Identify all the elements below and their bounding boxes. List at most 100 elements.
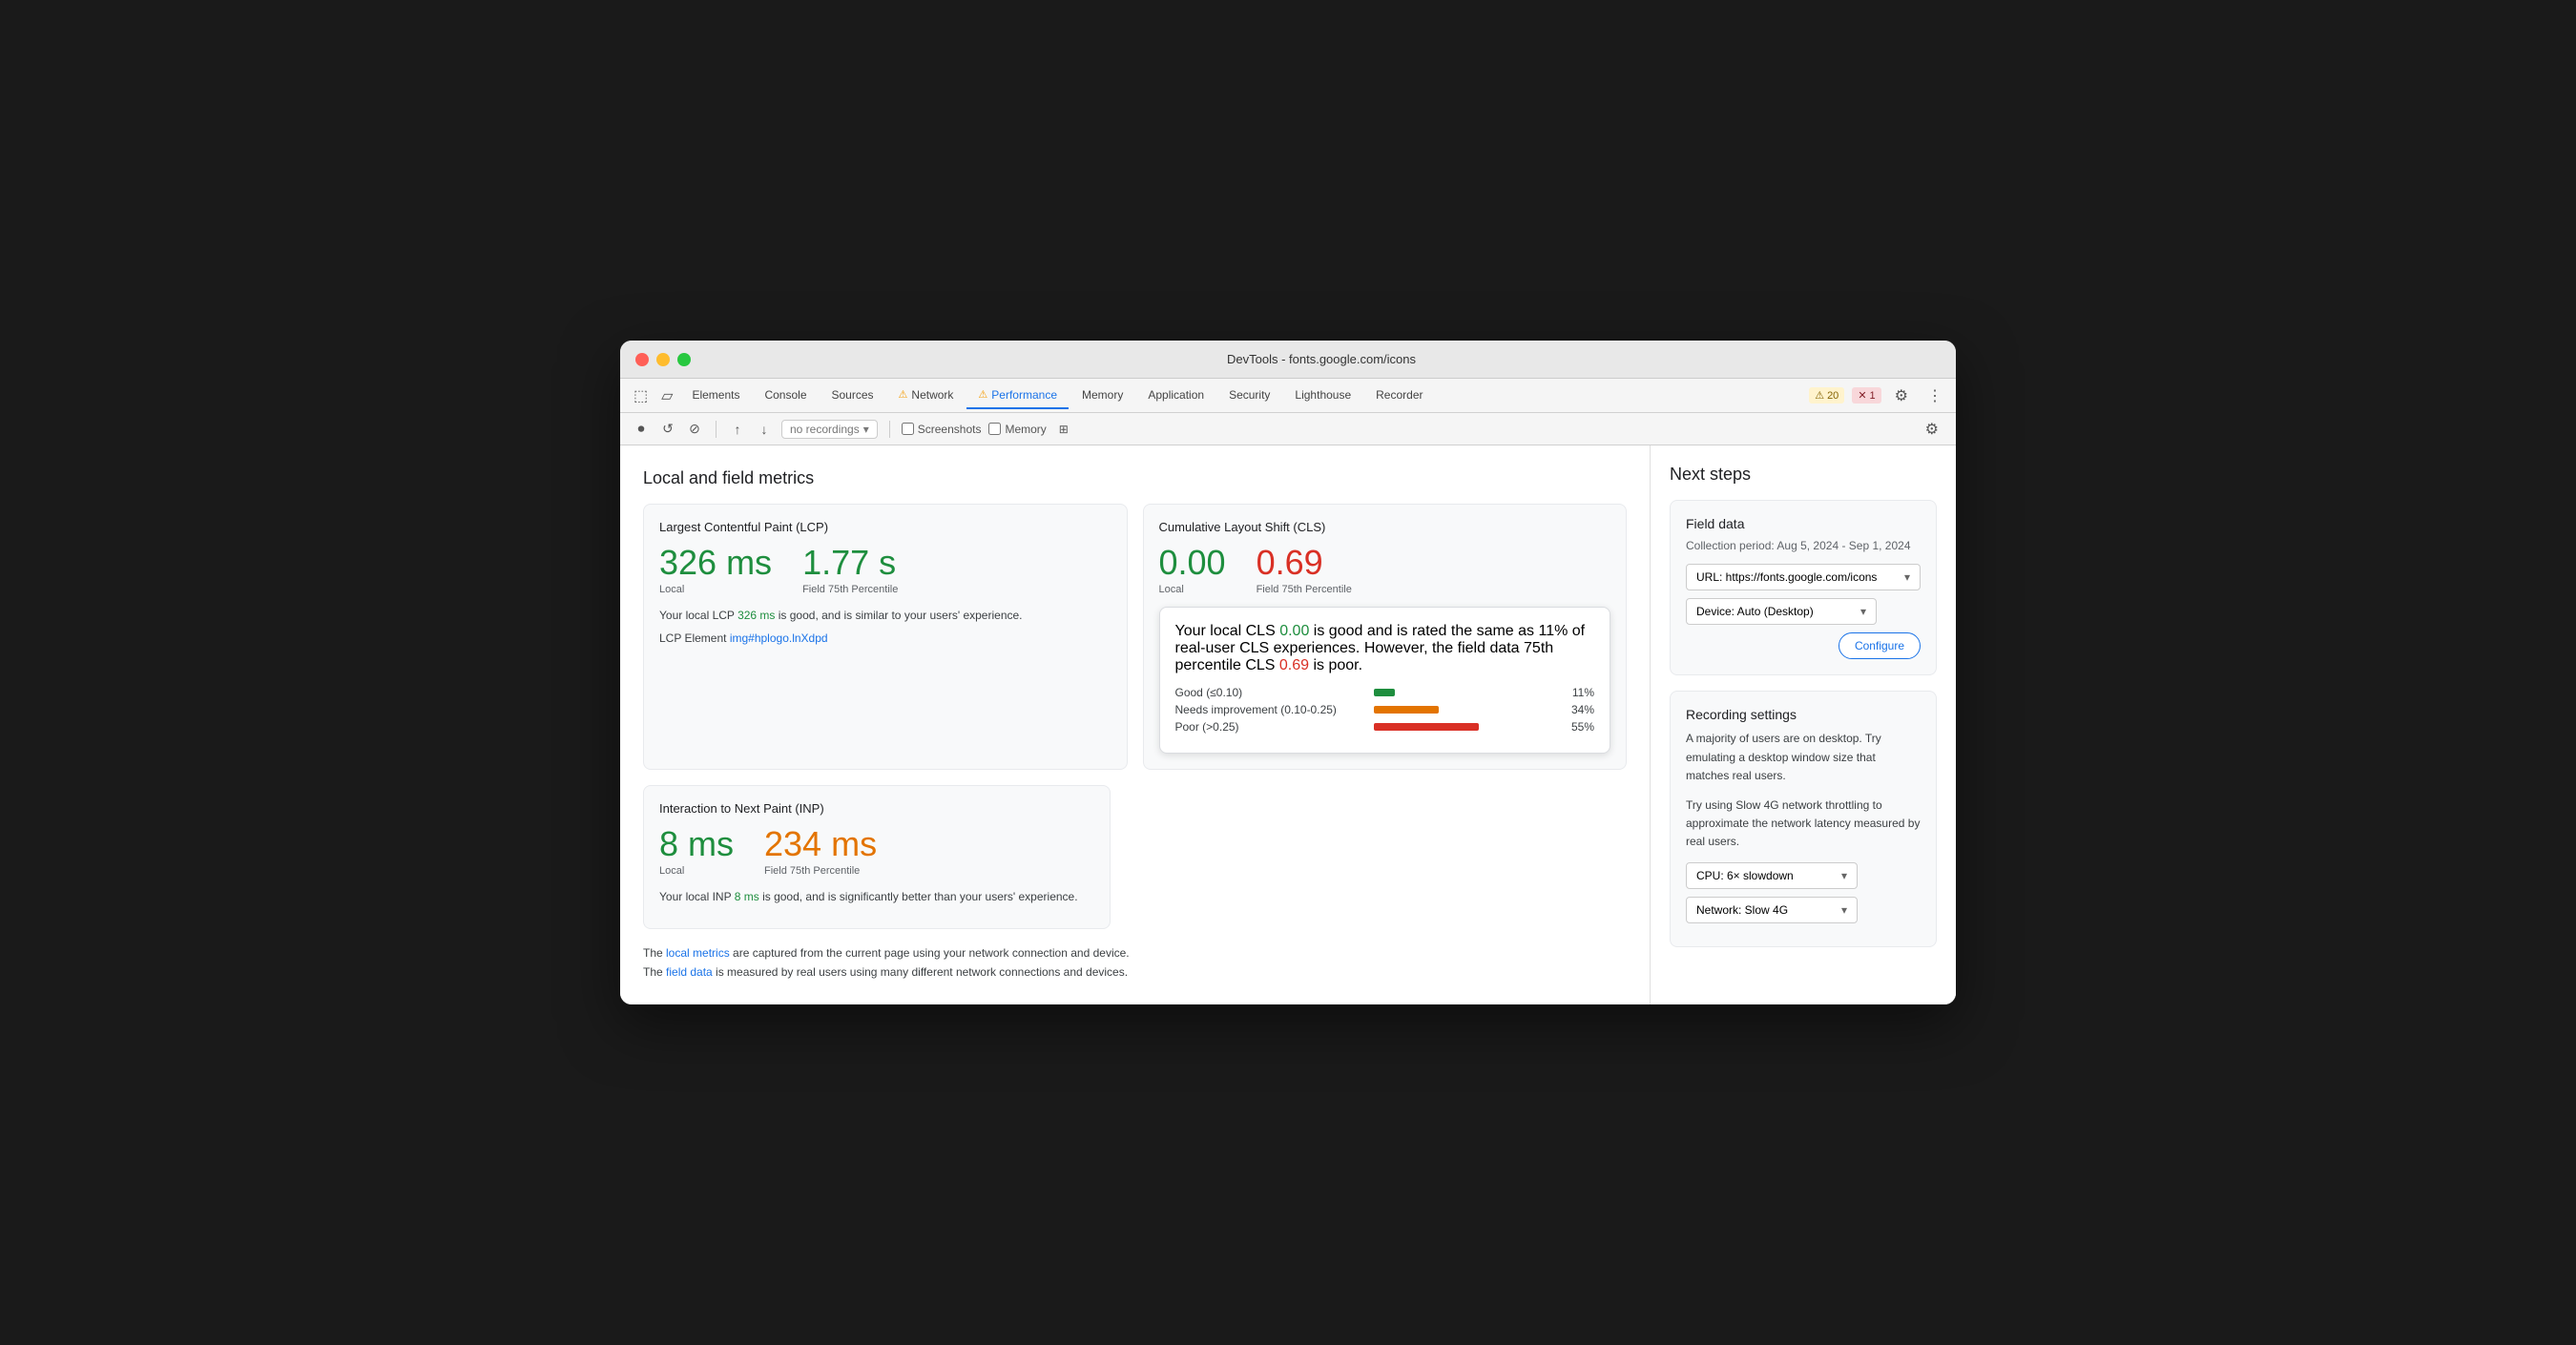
errors-badge: ✕ 1 — [1852, 387, 1880, 404]
settings-icon[interactable]: ⚙ — [1889, 383, 1914, 409]
warn-icon-badge: ⚠ — [1815, 389, 1824, 402]
clear-button[interactable]: ⊘ — [685, 420, 704, 439]
recording-settings-card: Recording settings A majority of users a… — [1670, 691, 1937, 947]
warnings-count: 20 — [1827, 390, 1839, 402]
maximize-button[interactable] — [677, 353, 691, 366]
lcp-element: LCP Element img#hplogo.lnXdpd — [659, 631, 1111, 645]
cls-local-group: 0.00 Local — [1159, 546, 1226, 595]
inp-highlight: 8 ms — [735, 890, 759, 903]
tab-elements-label: Elements — [692, 388, 739, 402]
lcp-values: 326 ms Local 1.77 s Field 75th Percentil… — [659, 546, 1111, 595]
cpu-throttle-icon[interactable]: ⊞ — [1054, 420, 1073, 439]
inspect-icon[interactable]: ⬚ — [628, 383, 654, 409]
memory-checkbox[interactable] — [988, 423, 1001, 435]
lcp-element-link[interactable]: img#hplogo.lnXdpd — [730, 631, 828, 645]
errors-count: 1 — [1870, 390, 1876, 402]
cls-bar-needs: Needs improvement (0.10-0.25) 34% — [1175, 703, 1595, 716]
lcp-highlight-link[interactable]: 326 ms — [737, 609, 775, 622]
tab-security[interactable]: Security — [1217, 383, 1281, 409]
lcp-field-group: 1.77 s Field 75th Percentile — [802, 546, 898, 595]
inp-local-label: Local — [659, 865, 734, 877]
lcp-local-label: Local — [659, 584, 772, 595]
top-metrics-row: Largest Contentful Paint (LCP) 326 ms Lo… — [643, 504, 1627, 770]
tab-application[interactable]: Application — [1136, 383, 1215, 409]
devtools-window: DevTools - fonts.google.com/icons ⬚ ▱ El… — [620, 341, 1956, 1004]
screenshots-checkbox-label[interactable]: Screenshots — [902, 423, 982, 436]
url-select-arrow: ▾ — [1904, 570, 1910, 584]
cls-tooltip-local: 0.00 — [1279, 623, 1309, 639]
toolbar: ⏺ ↺ ⊘ ↑ ↓ no recordings ▾ Screenshots Me… — [620, 413, 1956, 445]
reload-button[interactable]: ↺ — [658, 420, 677, 439]
memory-label: Memory — [1005, 423, 1046, 436]
footer-line2: The field data is measured by real users… — [643, 963, 1627, 982]
inp-local-value: 8 ms — [659, 827, 734, 861]
toolbar-sep2 — [889, 421, 890, 438]
tab-sources[interactable]: Sources — [821, 383, 885, 409]
network-select-arrow: ▾ — [1841, 903, 1847, 917]
toolbar-sep1 — [716, 421, 717, 438]
device-select-label: Device: Auto (Desktop) — [1696, 605, 1814, 618]
more-icon[interactable]: ⋮ — [1922, 383, 1948, 409]
cls-bar-good: Good (≤0.10) 11% — [1175, 686, 1595, 699]
tab-console-label: Console — [764, 388, 806, 402]
cls-bar-good-pct: 11% — [1566, 686, 1594, 699]
tab-lighthouse[interactable]: Lighthouse — [1283, 383, 1362, 409]
configure-button[interactable]: Configure — [1839, 632, 1921, 659]
toolbar-right: ⚙ — [1920, 416, 1944, 443]
main-panel: Local and field metrics Largest Contentf… — [620, 445, 1651, 1004]
inp-field-value: 234 ms — [764, 827, 877, 861]
url-select[interactable]: URL: https://fonts.google.com/icons ▾ — [1686, 564, 1921, 590]
tabs-bar: ⬚ ▱ Elements Console Sources ⚠ Network ⚠… — [620, 379, 1956, 413]
inp-description: Your local INP 8 ms is good, and is sign… — [659, 888, 1094, 905]
cpu-select[interactable]: CPU: 6× slowdown ▾ — [1686, 862, 1858, 889]
tab-network[interactable]: ⚠ Network — [887, 383, 966, 409]
tab-memory[interactable]: Memory — [1070, 383, 1134, 409]
network-warn-icon: ⚠ — [899, 388, 908, 401]
lcp-field-value: 1.77 s — [802, 546, 898, 580]
tab-performance[interactable]: ⚠ Performance — [966, 383, 1069, 409]
screenshots-label: Screenshots — [918, 423, 982, 436]
memory-checkbox-label[interactable]: Memory — [988, 423, 1046, 436]
lcp-field-label: Field 75th Percentile — [802, 584, 898, 595]
cls-values: 0.00 Local 0.69 Field 75th Percentile — [1159, 546, 1611, 595]
lcp-element-label: LCP Element — [659, 631, 726, 645]
screenshots-checkbox[interactable] — [902, 423, 914, 435]
tab-sources-label: Sources — [832, 388, 874, 402]
settings-icon-toolbar[interactable]: ⚙ — [1920, 416, 1944, 443]
lcp-description: Your local LCP 326 ms is good, and is si… — [659, 607, 1111, 624]
recording-settings-desc2: Try using Slow 4G network throttling to … — [1686, 797, 1921, 852]
inp-field-group: 234 ms Field 75th Percentile — [764, 827, 877, 877]
cls-tooltip-field: 0.69 — [1279, 657, 1309, 673]
close-button[interactable] — [635, 353, 649, 366]
upload-button[interactable]: ↑ — [728, 420, 747, 439]
inp-row: Interaction to Next Paint (INP) 8 ms Loc… — [643, 785, 1627, 929]
cls-title: Cumulative Layout Shift (CLS) — [1159, 520, 1611, 534]
device-select[interactable]: Device: Auto (Desktop) ▾ — [1686, 598, 1877, 625]
device-icon[interactable]: ▱ — [655, 383, 678, 409]
field-data-link[interactable]: field data — [666, 965, 713, 979]
lcp-card: Largest Contentful Paint (LCP) 326 ms Lo… — [643, 504, 1128, 770]
network-select[interactable]: Network: Slow 4G ▾ — [1686, 897, 1858, 923]
recordings-dropdown[interactable]: no recordings ▾ — [781, 420, 878, 439]
cls-bar-needs-label: Needs improvement (0.10-0.25) — [1175, 703, 1366, 716]
record-button[interactable]: ⏺ — [632, 420, 651, 439]
cls-field-label: Field 75th Percentile — [1257, 584, 1352, 595]
device-select-arrow: ▾ — [1860, 605, 1866, 618]
tab-elements[interactable]: Elements — [680, 383, 751, 409]
side-title: Next steps — [1670, 465, 1937, 485]
section-title: Local and field metrics — [643, 468, 1627, 488]
tab-console[interactable]: Console — [753, 383, 818, 409]
tab-recorder[interactable]: Recorder — [1364, 383, 1434, 409]
recordings-arrow: ▾ — [863, 423, 869, 436]
network-select-label: Network: Slow 4G — [1696, 903, 1788, 917]
tab-security-label: Security — [1229, 388, 1270, 402]
tab-performance-label: Performance — [991, 388, 1057, 402]
cls-bar-needs-fill — [1374, 706, 1439, 714]
cls-bar-needs-track — [1374, 706, 1559, 714]
performance-warn-icon: ⚠ — [978, 388, 987, 401]
minimize-button[interactable] — [656, 353, 670, 366]
inp-card: Interaction to Next Paint (INP) 8 ms Loc… — [643, 785, 1111, 929]
download-button[interactable]: ↓ — [755, 420, 774, 439]
local-metrics-link[interactable]: local metrics — [666, 946, 730, 960]
tab-lighthouse-label: Lighthouse — [1295, 388, 1351, 402]
